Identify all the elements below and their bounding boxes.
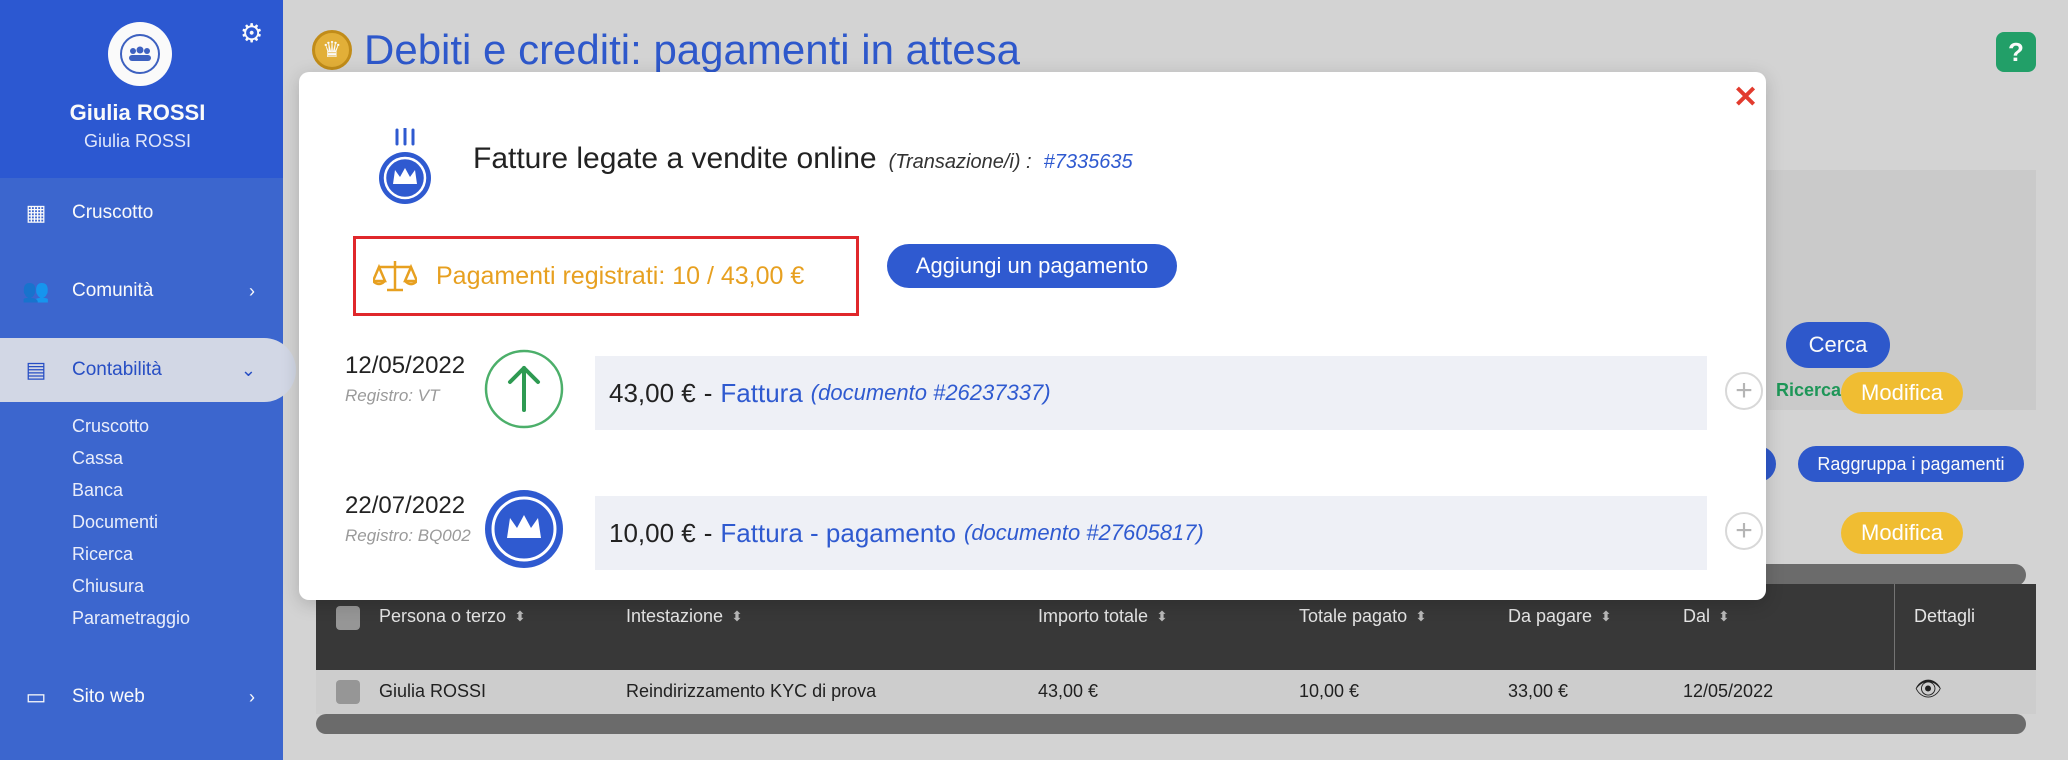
balance-scale-icon [366, 259, 424, 293]
registered-payments-text: Pagamenti registrati: 10 / 43,00 € [436, 261, 805, 290]
payment-separator: - [703, 517, 713, 548]
payment-amount: 43,00 € [609, 377, 696, 408]
edit-payment-button[interactable]: Modifica [1841, 512, 1963, 554]
transaction-link[interactable]: #7335635 [1044, 151, 1133, 174]
payment-document-number[interactable]: (documento #26237337) [811, 380, 1051, 406]
modal-title-text: Fatture legate a vendite online [473, 142, 877, 175]
payment-bar: 10,00 € - Fattura - pagamento (documento… [595, 496, 1963, 570]
payments-modal: ✕ Fatture legate a vendite online (Trans… [299, 72, 1963, 600]
close-icon[interactable]: ✕ [1733, 80, 1758, 115]
add-payment-button[interactable]: Aggiungi un pagamento [887, 244, 1177, 288]
edit-payment-button[interactable]: Modifica [1841, 372, 1963, 414]
payment-date: 12/05/2022 [345, 352, 466, 379]
payment-bar: 43,00 € - Fattura (documento #26237337) … [595, 356, 1963, 430]
payment-amount: 10,00 € [609, 517, 696, 548]
arrow-up-icon [483, 348, 565, 430]
payment-register: Registro: BQ002 [345, 526, 471, 545]
plus-icon[interactable]: + [1725, 372, 1763, 410]
payment-document-number[interactable]: (documento #27605817) [964, 520, 1204, 546]
transactions-label: (Transazione/i) : [888, 151, 1032, 173]
payment-register: Registro: VT [345, 386, 440, 405]
payment-date: 22/07/2022 [345, 492, 466, 519]
crown-coin-icon [483, 488, 565, 570]
payment-separator: - [703, 377, 713, 408]
falling-crown-coin-icon [377, 126, 433, 208]
modal-title: Fatture legate a vendite online (Transaz… [473, 142, 1133, 176]
registered-payments-summary: Pagamenti registrati: 10 / 43,00 € [353, 236, 859, 316]
payment-document-link[interactable]: Fattura - pagamento [720, 518, 956, 549]
payment-row: 12/05/2022 Registro: VT 43,00 € - Fattur… [345, 348, 1963, 434]
payment-document-link[interactable]: Fattura [720, 378, 802, 409]
payment-row: 22/07/2022 Registro: BQ002 10,00 € - Fat… [345, 488, 1963, 574]
plus-icon[interactable]: + [1725, 512, 1763, 550]
